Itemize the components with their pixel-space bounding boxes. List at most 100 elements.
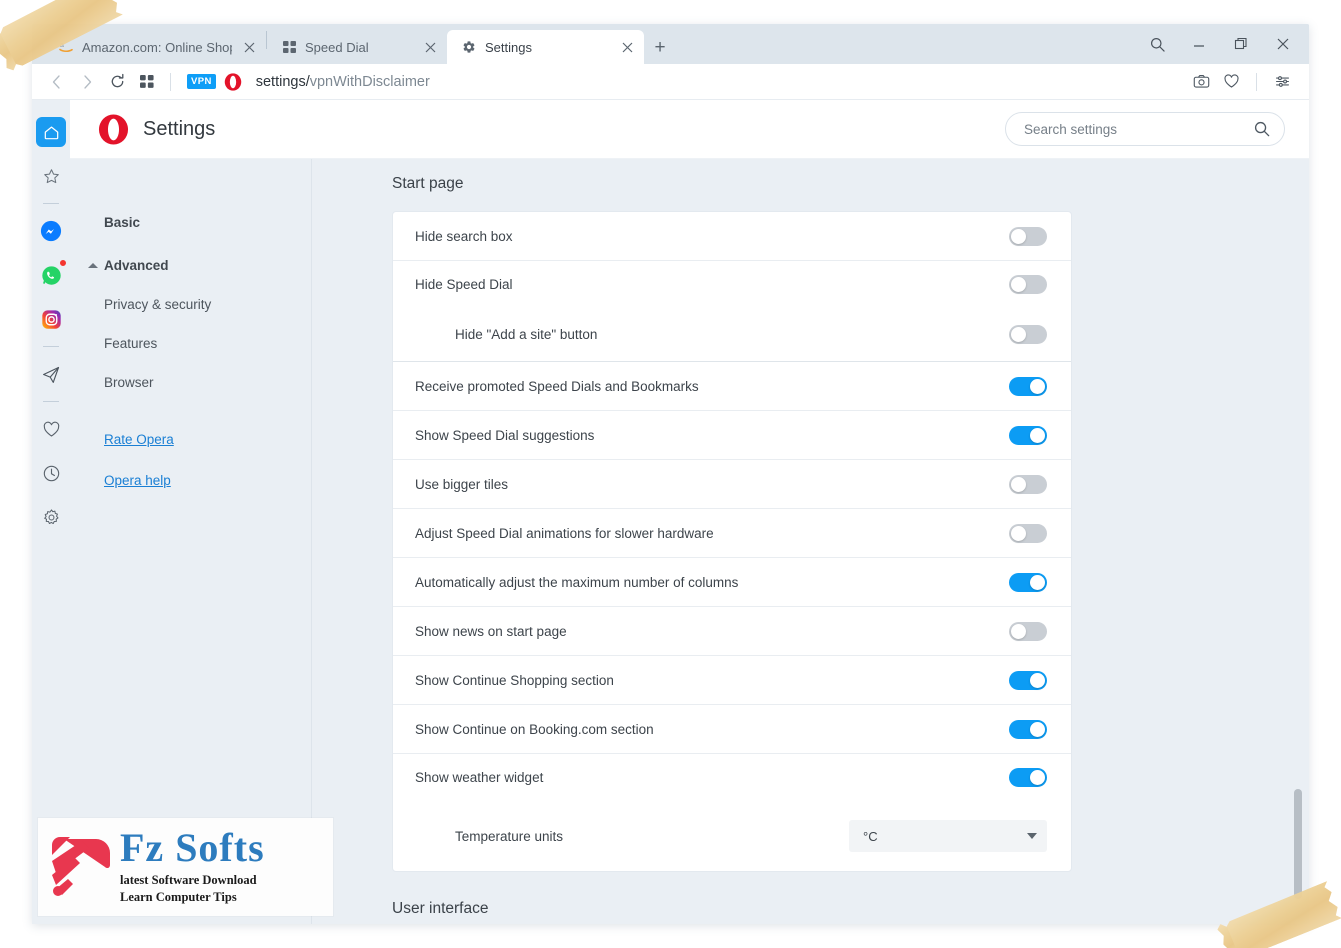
toggle-show-speed-dial-suggestions[interactable]: [1009, 425, 1047, 445]
toggle-adjust-speed-dial-animations[interactable]: [1009, 523, 1047, 543]
watermark-line2: Learn Computer Tips: [120, 890, 237, 904]
tab-strip: a Amazon.com: Online Shopp: [32, 24, 1309, 64]
new-tab-label: +: [654, 36, 666, 58]
watermark-text: Fz Softs latest Software Download Learn …: [120, 828, 265, 906]
toggle-hide-search-box[interactable]: [1009, 226, 1047, 246]
toggle-show-news-on-start-page[interactable]: [1009, 621, 1047, 641]
sidebar-item-privacy-security[interactable]: Privacy & security: [70, 287, 311, 322]
setting-row-hide-speed-dial[interactable]: Hide Speed Dial: [393, 261, 1071, 308]
setting-row-hide-add-a-site[interactable]: Hide "Add a site" button: [393, 308, 1071, 362]
toggle-hide-add-a-site-button[interactable]: [1009, 325, 1047, 344]
setting-row-bigger-tiles[interactable]: Use bigger tiles: [393, 460, 1071, 509]
url-display[interactable]: settings/vpnWithDisclaimer: [256, 74, 430, 90]
address-bar: VPN settings/vpnWithDisclaimer: [32, 64, 1309, 100]
toggle-knob: [1011, 277, 1026, 292]
back-button[interactable]: [42, 67, 72, 97]
setting-row-receive-promoted[interactable]: Receive promoted Speed Dials and Bookmar…: [393, 362, 1071, 411]
snapshot-icon[interactable]: [1188, 69, 1214, 95]
rate-opera-link[interactable]: Rate Opera: [70, 424, 311, 455]
tab-speed-dial[interactable]: Speed Dial: [267, 30, 447, 64]
vpn-badge[interactable]: VPN: [187, 74, 216, 89]
close-icon[interactable]: [1263, 27, 1303, 61]
setting-row-weather-widget[interactable]: Show weather widget: [393, 754, 1071, 801]
setting-label: Automatically adjust the maximum number …: [415, 574, 739, 590]
setting-label: Adjust Speed Dial animations for slower …: [415, 525, 714, 541]
setting-row-continue-booking[interactable]: Show Continue on Booking.com section: [393, 705, 1071, 754]
setting-label: Hide "Add a site" button: [455, 327, 598, 342]
settings-scrollbar[interactable]: [1293, 159, 1303, 924]
speed-dial-button[interactable]: [132, 67, 162, 97]
setting-row-hide-search-box[interactable]: Hide search box: [393, 212, 1071, 261]
toggle-knob: [1030, 574, 1045, 590]
sidebar-divider-3: [43, 401, 59, 402]
setting-label: Show weather widget: [415, 770, 544, 785]
setting-row-auto-adjust-columns[interactable]: Automatically adjust the maximum number …: [393, 558, 1071, 607]
sidebar-item-pinboards[interactable]: [36, 414, 66, 444]
tab-close-icon[interactable]: [240, 38, 258, 56]
link-label: Rate Opera: [104, 432, 174, 447]
opera-help-link[interactable]: Opera help: [70, 465, 311, 496]
restore-icon[interactable]: [1221, 27, 1261, 61]
tab-label: Amazon.com: Online Shopp: [82, 39, 232, 55]
search-window-icon[interactable]: [1137, 27, 1177, 61]
easy-setup-icon[interactable]: [1269, 69, 1295, 95]
setting-row-show-news[interactable]: Show news on start page: [393, 607, 1071, 656]
settings-body: Basic Advanced Privacy & security Featur…: [70, 159, 1309, 924]
sidebar-item-home[interactable]: [36, 117, 66, 147]
toggle-show-continue-booking[interactable]: [1009, 719, 1047, 739]
sidebar-item-browser[interactable]: Browser: [70, 365, 311, 400]
tab-close-icon[interactable]: [618, 38, 636, 56]
toggle-automatically-adjust-columns[interactable]: [1009, 572, 1047, 592]
setting-row-temperature-units[interactable]: Temperature units °C: [393, 801, 1071, 871]
new-tab-button[interactable]: +: [646, 33, 674, 61]
toggle-show-weather-widget[interactable]: [1009, 768, 1047, 787]
sidebar-item-history[interactable]: [36, 458, 66, 488]
sidebar-item-messenger[interactable]: [36, 216, 66, 246]
toggle-use-bigger-tiles[interactable]: [1009, 474, 1047, 494]
toggle-show-continue-shopping[interactable]: [1009, 670, 1047, 690]
toggle-knob: [1030, 427, 1045, 443]
reload-button[interactable]: [102, 67, 132, 97]
setting-label: Temperature units: [455, 828, 564, 844]
section-title-user-interface: User interface: [392, 900, 489, 917]
search-icon[interactable]: [1254, 121, 1270, 137]
sidebar-item-features[interactable]: Features: [70, 326, 311, 361]
toggle-knob: [1011, 228, 1026, 244]
chevron-down-icon: [1027, 833, 1037, 839]
setting-label: Show news on start page: [415, 623, 567, 639]
setting-row-adjust-animations[interactable]: Adjust Speed Dial animations for slower …: [393, 509, 1071, 558]
sidebar-item-instagram[interactable]: [36, 304, 66, 334]
scrollbar-thumb[interactable]: [1294, 789, 1302, 899]
nav-group-basic[interactable]: Basic: [70, 207, 311, 238]
opera-logo-icon[interactable]: [224, 72, 242, 91]
temperature-units-select[interactable]: °C: [849, 820, 1047, 852]
nav-group-advanced[interactable]: Advanced: [70, 250, 311, 281]
search-settings-box[interactable]: [1005, 112, 1285, 146]
toggle-knob: [1011, 327, 1026, 342]
sidebar-item-whatsapp[interactable]: [36, 259, 67, 290]
toggle-receive-promoted-speed-dials[interactable]: [1009, 376, 1047, 396]
gear-icon: [461, 39, 477, 55]
address-bar-actions: [1188, 69, 1299, 95]
toggle-knob: [1030, 672, 1045, 688]
setting-row-speed-dial-suggestions[interactable]: Show Speed Dial suggestions: [393, 411, 1071, 460]
search-input[interactable]: [1024, 121, 1254, 137]
speed-dial-icon: [281, 39, 297, 55]
tab-close-icon[interactable]: [421, 38, 439, 56]
sidebar-item-telegram[interactable]: [36, 359, 66, 389]
toggle-hide-speed-dial[interactable]: [1009, 275, 1047, 294]
sidebar-item-favorites[interactable]: [36, 161, 66, 191]
setting-row-continue-shopping[interactable]: Show Continue Shopping section: [393, 656, 1071, 705]
settings-wrapper: Settings Basic: [70, 100, 1309, 924]
heart-icon[interactable]: [1218, 69, 1244, 95]
watermark-fz-softs: Fz Softs latest Software Download Learn …: [38, 818, 333, 916]
link-label: Opera help: [104, 473, 171, 488]
window-controls: [1137, 24, 1309, 64]
minimize-icon[interactable]: [1179, 27, 1219, 61]
forward-button[interactable]: [72, 67, 102, 97]
nav-sub-label: Browser: [104, 375, 154, 390]
opera-sidebar: [32, 100, 70, 924]
tab-settings[interactable]: Settings: [447, 30, 644, 64]
sidebar-item-settings[interactable]: [36, 502, 66, 532]
